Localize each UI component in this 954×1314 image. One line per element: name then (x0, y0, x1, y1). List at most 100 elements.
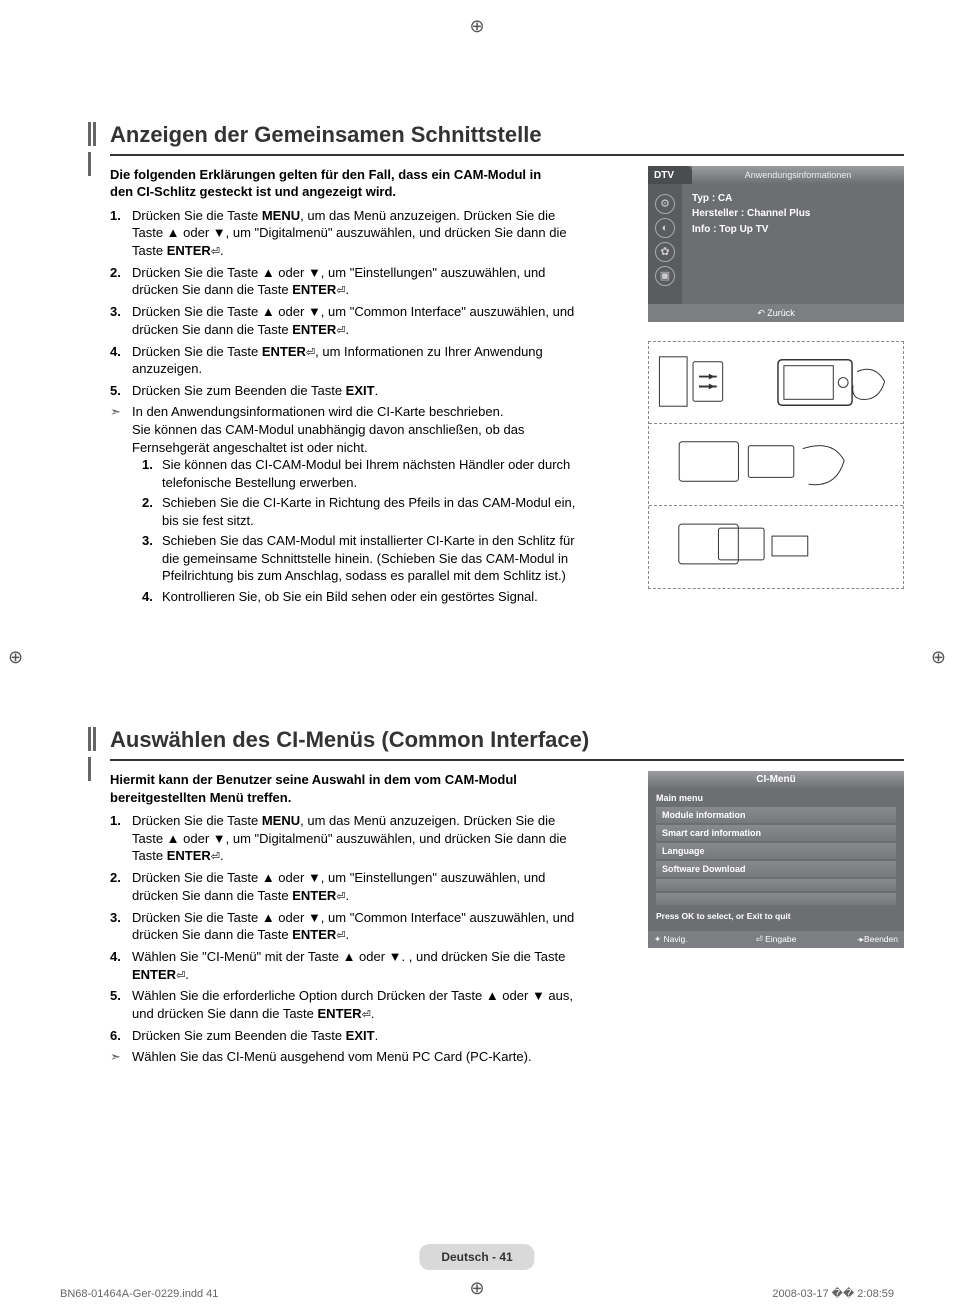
step-number: 1. (110, 207, 132, 260)
illustration-1 (649, 342, 903, 424)
osd-ci-menu: CI-Menü Main menu Module information Sma… (648, 771, 904, 948)
enter-icon: ⏎ (176, 969, 185, 984)
page-content: Anzeigen der Gemeinsamen Schnittstelle D… (50, 70, 904, 1274)
ci-menu-item: Language (656, 843, 896, 859)
substep-1: 1.Sie können das CI-CAM-Modul bei Ihrem … (142, 456, 580, 491)
substep-4: 4.Kontrollieren Sie, ob Sie ein Bild seh… (142, 588, 580, 606)
section1-substeps: 1.Sie können das CI-CAM-Modul bei Ihrem … (110, 456, 580, 605)
step-3: 3. Drücken Sie die Taste ▲ oder ▼, um "C… (110, 909, 580, 944)
note-text: Wählen Sie das CI-Menü ausgehend vom Men… (132, 1048, 532, 1066)
enter-icon: ⏎ (211, 245, 220, 260)
osd-maker: Hersteller : Channel Plus (692, 207, 894, 221)
heading-ornament (88, 122, 102, 146)
step-1: 1. Drücken Sie die Taste MENU, um das Me… (110, 207, 580, 260)
step-text: Wählen Sie die erforderliche Option durc… (132, 987, 580, 1022)
illustration-3 (649, 506, 903, 588)
ci-menu-hint: Press OK to select, or Exit to quit (648, 907, 904, 930)
osd-sidebar-icon: ⚙ (655, 194, 675, 214)
note-icon: ➣ (110, 1048, 132, 1066)
ci-menu-exit: -▸Beenden (817, 934, 898, 945)
substep-2: 2.Schieben Sie die CI-Karte in Richtung … (142, 494, 580, 529)
step-number: 3. (110, 303, 132, 338)
section-ci-menu-select: Auswählen des CI-Menüs (Common Interface… (110, 725, 904, 1065)
heading-ornament (88, 727, 102, 751)
step-text: Drücken Sie die Taste ▲ oder ▼, um "Comm… (132, 303, 580, 338)
ci-menu-blank (656, 893, 896, 905)
section2-heading: Auswählen des CI-Menüs (Common Interface… (110, 725, 904, 761)
osd-header: DTV Anwendungsinformationen (648, 166, 904, 184)
page-meta: BN68-01464A-Ger-0229.indd 41 2008-03-17 … (60, 1287, 894, 1302)
osd-type: Typ : CA (692, 192, 894, 206)
note-body: In den Anwendungsinformationen wird die … (132, 403, 580, 456)
note-icon: ➣ (110, 403, 132, 456)
registration-mark-right: ⊕ (931, 645, 946, 669)
step-4: 4. Wählen Sie "CI-Menü" mit der Taste ▲ … (110, 948, 580, 983)
section2-steps: 1. Drücken Sie die Taste MENU, um das Me… (110, 812, 580, 1044)
section1-body: Die folgenden Erklärungen gelten für den… (110, 166, 904, 606)
step-5: 5. Drücken Sie zum Beenden die Taste EXI… (110, 382, 580, 400)
section2-intro: Hiermit kann der Benutzer seine Auswahl … (110, 771, 550, 806)
ci-menu-footer: ✦ Navig. ⏎ Eingabe -▸Beenden (648, 931, 904, 948)
ci-menu-item: Smart card information (656, 825, 896, 841)
section1-heading-text: Anzeigen der Gemeinsamen Schnittstelle (110, 122, 542, 147)
ci-menu-item: Software Download (656, 861, 896, 877)
enter-icon: ⏎ (362, 1008, 371, 1023)
section2-body: Hiermit kann der Benutzer seine Auswahl … (110, 771, 904, 1066)
step-2: 2. Drücken Sie die Taste ▲ oder ▼, um "E… (110, 869, 580, 904)
illustration-2 (649, 424, 903, 506)
registration-mark-left: ⊕ (8, 645, 23, 669)
ci-menu-nav: ✦ Navig. (654, 934, 735, 945)
osd-header-title: Anwendungsinformationen (692, 166, 904, 184)
step-1: 1. Drücken Sie die Taste MENU, um das Me… (110, 812, 580, 865)
osd-app-info: DTV Anwendungsinformationen ⚙ ◐ ✿ ▣ Typ … (648, 166, 904, 322)
ci-menu-enter: ⏎ Eingabe (735, 934, 816, 945)
osd-content: Typ : CA Hersteller : Channel Plus Info … (682, 184, 904, 304)
step-text: Drücken Sie die Taste MENU, um das Menü … (132, 207, 580, 260)
step-text: Drücken Sie die Taste ▲ oder ▼, um "Eins… (132, 264, 580, 299)
step-6: 6. Drücken Sie zum Beenden die Taste EXI… (110, 1027, 580, 1045)
osd-sidebar-icon: ✿ (655, 242, 675, 262)
note-p1: In den Anwendungsinformationen wird die … (132, 403, 580, 421)
page-footer-badge: Deutsch - 41 (419, 1244, 534, 1270)
step-4: 4. Drücken Sie die Taste ENTER⏎, um Info… (110, 343, 580, 378)
osd-body: ⚙ ◐ ✿ ▣ Typ : CA Hersteller : Channel Pl… (648, 184, 904, 304)
registration-mark-top: ⊕ (469, 14, 484, 38)
meta-timestamp: 2008-03-17 �� 2:08:59 (772, 1287, 894, 1302)
osd-tab-dtv: DTV (648, 166, 692, 184)
section1-intro: Die folgenden Erklärungen gelten für den… (110, 166, 550, 201)
step-number: 2. (110, 264, 132, 299)
section1-note: ➣ In den Anwendungsinformationen wird di… (110, 403, 580, 456)
note-p2: Sie können das CAM-Modul unabhängig davo… (132, 421, 580, 456)
step-2: 2. Drücken Sie die Taste ▲ oder ▼, um "E… (110, 264, 580, 299)
step-5: 5. Wählen Sie die erforderliche Option d… (110, 987, 580, 1022)
step-text: Wählen Sie "CI-Menü" mit der Taste ▲ ode… (132, 948, 580, 983)
osd-footer: ↶ Zurück (648, 304, 904, 322)
section2-heading-text: Auswählen des CI-Menüs (Common Interface… (110, 727, 589, 752)
meta-filename: BN68-01464A-Ger-0229.indd 41 (60, 1287, 218, 1302)
step-text: Drücken Sie zum Beenden die Taste EXIT. (132, 1027, 378, 1045)
section-common-interface-display: Anzeigen der Gemeinsamen Schnittstelle D… (110, 120, 904, 605)
step-text: Drücken Sie die Taste ▲ oder ▼, um "Eins… (132, 869, 580, 904)
ci-menu-header: CI-Menü (648, 771, 904, 789)
osd-sidebar-icon: ◐ (655, 218, 675, 238)
enter-icon: ⏎ (211, 850, 220, 865)
ci-card-illustrations (648, 341, 904, 589)
step-text: Drücken Sie die Taste MENU, um das Menü … (132, 812, 580, 865)
ci-menu-item: Module information (656, 807, 896, 823)
step-3: 3. Drücken Sie die Taste ▲ oder ▼, um "C… (110, 303, 580, 338)
section1-steps: 1. Drücken Sie die Taste MENU, um das Me… (110, 207, 580, 400)
step-text: Drücken Sie die Taste ▲ oder ▼, um "Comm… (132, 909, 580, 944)
step-text: Drücken Sie die Taste ENTER⏎, um Informa… (132, 343, 580, 378)
section2-note: ➣ Wählen Sie das CI-Menü ausgehend vom M… (110, 1048, 880, 1066)
ci-menu-blank (656, 879, 896, 891)
osd-sidebar: ⚙ ◐ ✿ ▣ (648, 184, 682, 304)
osd-info: Info : Top Up TV (692, 223, 894, 237)
enter-icon: ⏎ (306, 346, 315, 361)
substep-3: 3.Schieben Sie das CAM-Modul mit install… (142, 532, 580, 585)
step-text: Drücken Sie zum Beenden die Taste EXIT. (132, 382, 378, 400)
section1-heading: Anzeigen der Gemeinsamen Schnittstelle (110, 120, 904, 156)
osd-sidebar-icon: ▣ (655, 266, 675, 286)
ci-menu-mainmenu: Main menu (648, 789, 904, 807)
step-number: 4. (110, 343, 132, 378)
step-number: 5. (110, 382, 132, 400)
